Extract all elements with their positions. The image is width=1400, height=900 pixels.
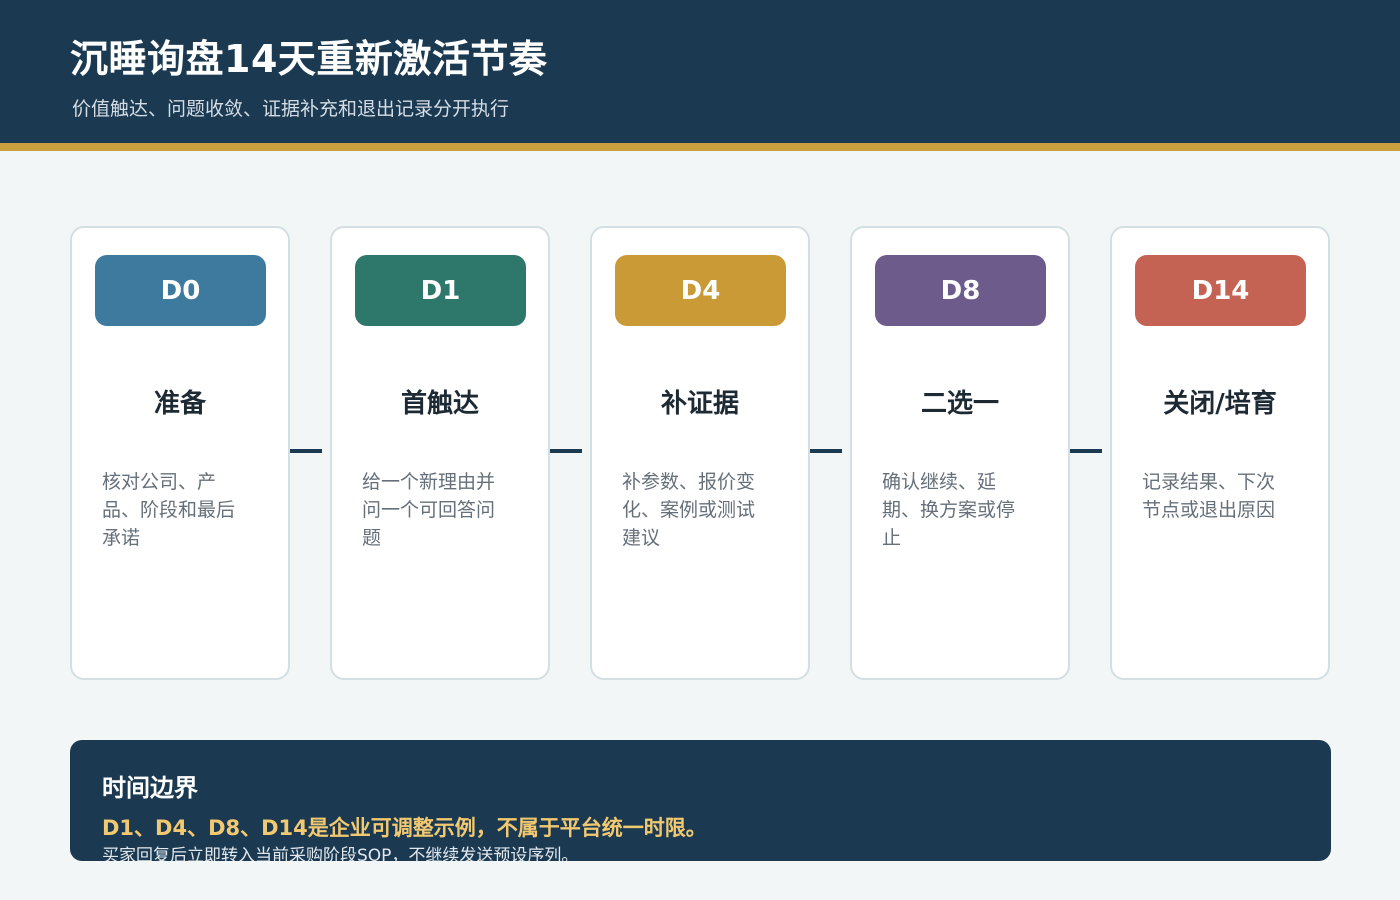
step-card-d8: D8 二选一 确认继续、延期、换方案或停止 (850, 226, 1070, 680)
day-badge: D14 (1135, 255, 1306, 326)
step-title: 准备 (153, 389, 206, 419)
note-text: 买家回复后立即转入当前采购阶段SOP，不继续发送预设序列。 (102, 846, 579, 861)
day-badge: D0 (95, 255, 266, 326)
day-badge: D4 (615, 255, 786, 326)
step-description: 给一个新理由并问一个可回答问题 (362, 471, 496, 549)
step-card-d4: D4 补证据 补参数、报价变化、案例或测试建议 (590, 226, 810, 680)
note-title: 时间边界 (102, 774, 198, 802)
page-subtitle: 价值触达、问题收敛、证据补充和退出记录分开执行 (72, 98, 510, 120)
step-description: 核对公司、产品、阶段和最后承诺 (102, 471, 236, 549)
step-connector (550, 449, 582, 453)
step-title: 补证据 (660, 389, 739, 419)
step-card-d14: D14 关闭/培育 记录结果、下次节点或退出原因 (1110, 226, 1330, 680)
note-highlight: D1、D4、D8、D14是企业可调整示例，不属于平台统一时限。 (102, 816, 707, 840)
step-card-d0: D0 准备 核对公司、产品、阶段和最后承诺 (70, 226, 290, 680)
step-description: 确认继续、延期、换方案或停止 (882, 471, 1016, 549)
header-accent-rule (0, 143, 1400, 151)
step-card-d1: D1 首触达 给一个新理由并问一个可回答问题 (330, 226, 550, 680)
step-title: 二选一 (920, 389, 999, 419)
header-banner: 沉睡询盘14天重新激活节奏 价值触达、问题收敛、证据补充和退出记录分开执行 (0, 0, 1400, 143)
step-connector (290, 449, 322, 453)
day-badge: D1 (355, 255, 526, 326)
step-connector (1070, 449, 1102, 453)
step-description: 记录结果、下次节点或退出原因 (1142, 471, 1276, 521)
step-title: 关闭/培育 (1163, 389, 1277, 419)
day-badge: D8 (875, 255, 1046, 326)
step-description: 补参数、报价变化、案例或测试建议 (622, 471, 756, 549)
time-boundary-note: 时间边界 D1、D4、D8、D14是企业可调整示例，不属于平台统一时限。 买家回… (70, 740, 1331, 861)
page-title: 沉睡询盘14天重新激活节奏 (70, 37, 548, 81)
step-title: 首触达 (400, 389, 479, 419)
step-connector (810, 449, 842, 453)
